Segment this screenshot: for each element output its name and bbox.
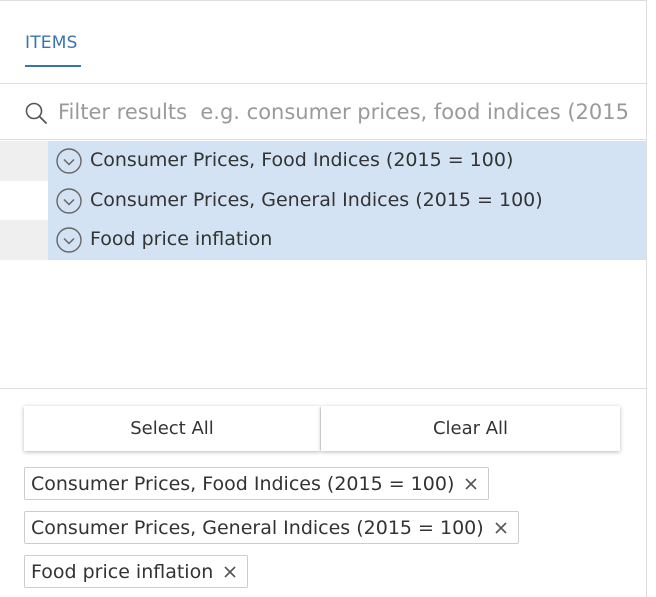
tab-items[interactable]: ITEMS [25,33,78,53]
results-list: Consumer Prices, Food Indices (2015 = 10… [0,141,646,389]
selected-chip: Food price inflation [24,555,249,588]
selected-chip: Consumer Prices, General Indices (2015 =… [24,511,519,544]
close-icon[interactable] [494,521,508,535]
close-icon[interactable] [223,565,237,579]
search-input[interactable] [58,97,628,127]
chip-label: Food price inflation [31,560,214,583]
row-stripe [0,181,48,221]
close-icon[interactable] [464,477,478,491]
search-icon [25,102,47,124]
chip-label: Consumer Prices, General Indices (2015 =… [31,516,484,539]
selected-chip: Consumer Prices, Food Indices (2015 = 10… [24,467,490,500]
list-item[interactable]: Food price inflation [0,220,646,260]
list-item-label: Consumer Prices, Food Indices (2015 = 10… [90,149,514,171]
row-stripe [0,220,48,260]
check-circle-icon[interactable] [55,187,83,215]
check-circle-icon[interactable] [55,226,83,254]
search-bar [0,85,646,140]
row-stripe [0,141,48,181]
clear-all-button[interactable]: Clear All [321,406,620,451]
select-all-button[interactable]: Select All [24,406,320,451]
list-item[interactable]: Consumer Prices, General Indices (2015 =… [0,181,646,221]
tab-bar: ITEMS [0,1,646,84]
list-item-label: Food price inflation [90,228,273,250]
list-item[interactable]: Consumer Prices, Food Indices (2015 = 10… [0,141,646,181]
list-item-label: Consumer Prices, General Indices (2015 =… [90,189,543,211]
check-circle-icon[interactable] [55,147,83,175]
chip-label: Consumer Prices, Food Indices (2015 = 10… [31,472,455,495]
items-panel: ITEMS Consumer Prices, Food Indices (201… [0,0,647,597]
active-tab-indicator [25,65,81,67]
